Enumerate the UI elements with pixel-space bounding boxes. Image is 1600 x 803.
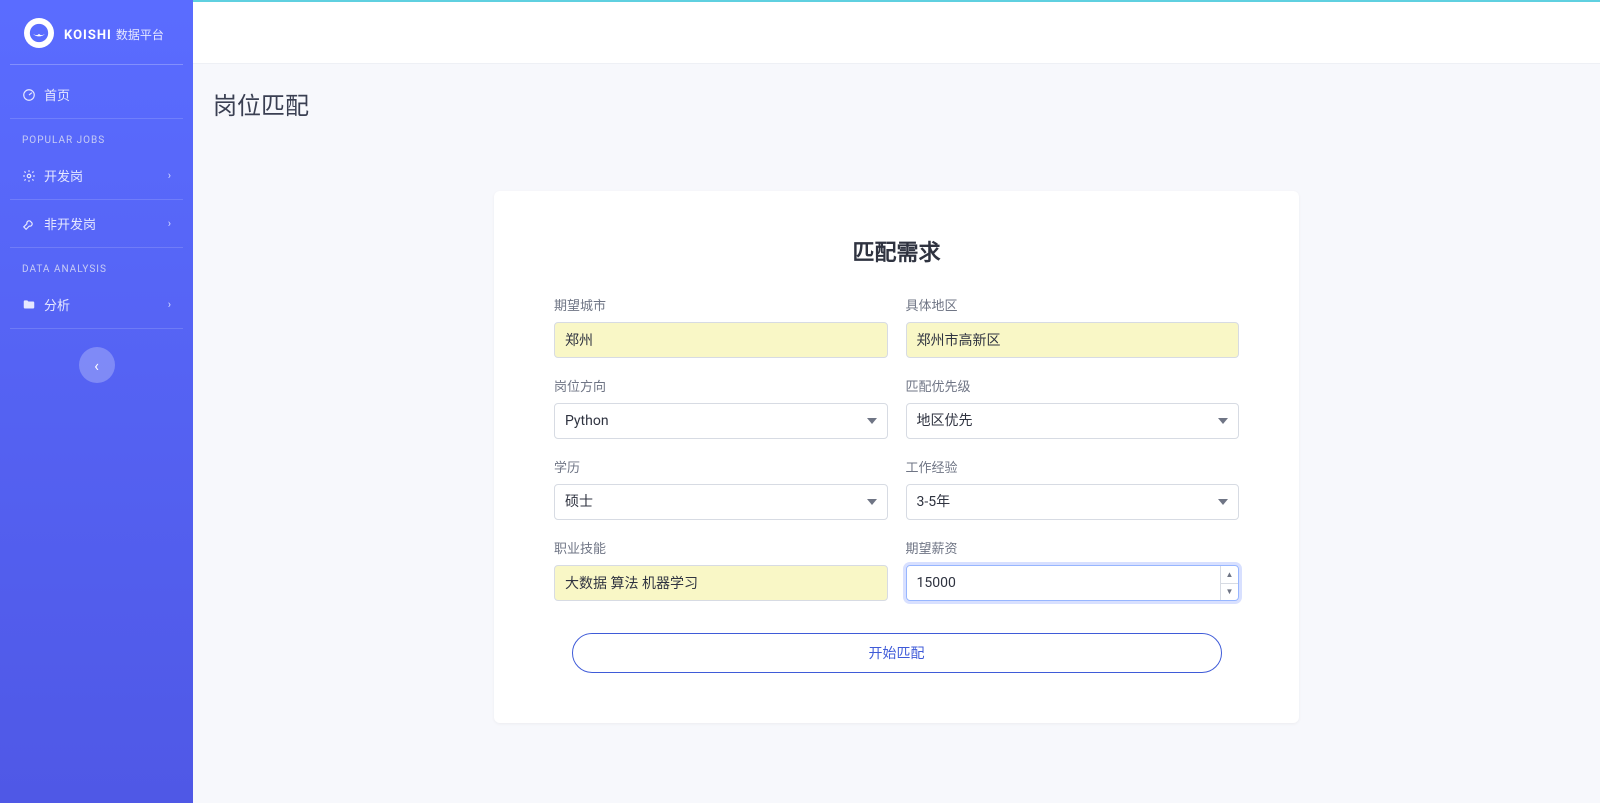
sidebar-item-label: 分析 <box>44 295 70 314</box>
exp-label: 工作经验 <box>906 457 1240 476</box>
sidebar-item-home[interactable]: 首页 <box>10 71 183 119</box>
salary-input-wrapper: ▲ ▼ <box>906 565 1240 601</box>
brand-logo-icon <box>24 18 54 48</box>
edu-select[interactable]: 硕士 <box>554 484 888 520</box>
chevron-left-icon: ‹ <box>94 356 99 375</box>
gear-icon <box>22 169 36 183</box>
match-form-card: 匹配需求 期望城市 具体地区 岗位方向 Python 匹配优先级 <box>494 191 1299 723</box>
page-title: 岗位匹配 <box>213 86 1580 121</box>
area-input[interactable] <box>906 322 1240 358</box>
direction-select[interactable]: Python <box>554 403 888 439</box>
chevron-right-icon: › <box>168 217 171 230</box>
city-label: 期望城市 <box>554 295 888 314</box>
main: 岗位匹配 匹配需求 期望城市 具体地区 岗位方向 Python <box>193 0 1600 803</box>
salary-step-down[interactable]: ▼ <box>1221 584 1238 601</box>
direction-label: 岗位方向 <box>554 376 888 395</box>
sidebar-nav: 首页 POPULAR JOBS 开发岗 › 非开发岗 › DATA ANALYS… <box>0 65 193 329</box>
priority-select[interactable]: 地区优先 <box>906 403 1240 439</box>
sidebar-item-label: 开发岗 <box>44 166 83 185</box>
sidebar-item-label: 首页 <box>44 85 70 104</box>
sidebar-section-title-popular: POPULAR JOBS <box>10 119 183 152</box>
sidebar-section-title-analysis: DATA ANALYSIS <box>10 248 183 281</box>
salary-spinner: ▲ ▼ <box>1220 566 1238 600</box>
area-label: 具体地区 <box>906 295 1240 314</box>
salary-step-up[interactable]: ▲ <box>1221 566 1238 584</box>
exp-select[interactable]: 3-5年 <box>906 484 1240 520</box>
topbar <box>193 0 1600 64</box>
priority-label: 匹配优先级 <box>906 376 1240 395</box>
sidebar-item-analysis[interactable]: 分析 › <box>10 281 183 329</box>
wrench-icon <box>22 217 36 231</box>
city-input[interactable] <box>554 322 888 358</box>
sidebar-item-label: 非开发岗 <box>44 214 96 233</box>
salary-input[interactable] <box>907 566 1221 600</box>
dashboard-icon <box>22 88 36 102</box>
chevron-right-icon: › <box>168 298 171 311</box>
brand: KOISHI数据平台 <box>10 0 183 65</box>
start-match-button[interactable]: 开始匹配 <box>572 633 1222 673</box>
sidebar-collapse-button[interactable]: ‹ <box>79 347 115 383</box>
folder-icon <box>22 298 36 312</box>
skill-input[interactable] <box>554 565 888 601</box>
chevron-right-icon: › <box>168 169 171 182</box>
salary-label: 期望薪资 <box>906 538 1240 557</box>
brand-name: KOISHI数据平台 <box>64 24 164 43</box>
skill-label: 职业技能 <box>554 538 888 557</box>
edu-label: 学历 <box>554 457 888 476</box>
sidebar: KOISHI数据平台 首页 POPULAR JOBS 开发岗 › 非开发岗 › … <box>0 0 193 803</box>
content: 岗位匹配 匹配需求 期望城市 具体地区 岗位方向 Python <box>193 64 1600 803</box>
sidebar-item-dev-jobs[interactable]: 开发岗 › <box>10 152 183 200</box>
sidebar-item-nondev-jobs[interactable]: 非开发岗 › <box>10 200 183 248</box>
form-title: 匹配需求 <box>554 235 1239 267</box>
